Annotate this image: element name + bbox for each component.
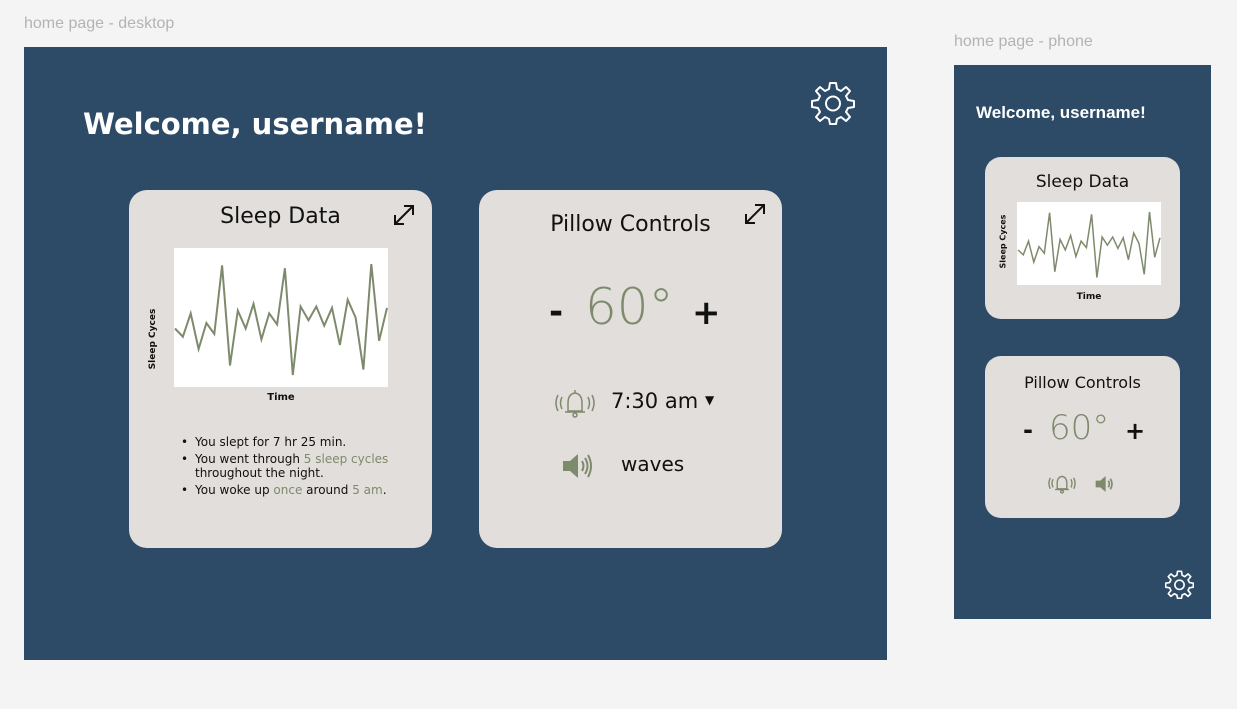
summary-item: You woke up once around 5 am.	[181, 483, 421, 497]
phone-temp-decrease-button[interactable]: -	[1023, 416, 1033, 444]
sleep-cycles-line	[1017, 211, 1161, 278]
phone-frame-label: home page - phone	[954, 33, 1093, 50]
desktop-frame-label: home page - desktop	[24, 15, 175, 32]
expand-icon	[394, 205, 414, 225]
bell-icon	[555, 390, 595, 418]
summary-text: You went through	[195, 452, 304, 466]
phone-frame: Welcome, username! Sleep Data Sleep Cyce…	[954, 65, 1211, 619]
sleep-cycles-line	[174, 263, 388, 376]
phone-sleep-data-card[interactable]: Sleep Data Sleep Cyces Time	[985, 157, 1180, 319]
expand-icon	[745, 204, 765, 224]
summary-highlight: 5 am	[352, 483, 383, 497]
phone-temperature-value: 60°	[1049, 408, 1110, 448]
caret-down-icon[interactable]: ▼	[705, 393, 714, 407]
sound-name[interactable]: waves	[621, 452, 684, 476]
settings-button[interactable]	[811, 81, 855, 125]
sound-button[interactable]	[561, 451, 593, 481]
sleep-chart-ylabel: Sleep Cyces	[148, 308, 158, 370]
sleep-data-card[interactable]: Sleep Data Sleep Cyces Time You slept fo…	[129, 190, 432, 548]
pillow-expand-button[interactable]	[742, 201, 768, 227]
alarm-button[interactable]	[555, 388, 595, 420]
phone-chart-xlabel: Time	[1076, 292, 1102, 302]
sleep-chart	[174, 248, 388, 387]
pillow-controls-card[interactable]: Pillow Controls - 60° + 7:30 am ▼ waves	[479, 190, 782, 548]
summary-item: You slept for 7 hr 25 min.	[181, 435, 421, 449]
pillow-card-title: Pillow Controls	[550, 212, 711, 237]
speaker-icon	[563, 454, 592, 478]
summary-highlight: 5 sleep cycles	[303, 452, 389, 466]
phone-sleep-card-title: Sleep Data	[1035, 172, 1130, 192]
temperature-value: 60°	[585, 278, 674, 336]
gear-icon	[811, 82, 855, 125]
welcome-heading: Welcome, username!	[83, 107, 427, 141]
phone-alarm-button[interactable]	[1048, 473, 1076, 495]
summary-text: throughout the night.	[195, 466, 324, 480]
phone-pillow-card-title: Pillow Controls	[1024, 373, 1141, 392]
phone-sound-button[interactable]	[1094, 474, 1116, 494]
alarm-time-select[interactable]: 7:30 am	[611, 389, 698, 413]
summary-highlight: once	[273, 483, 303, 497]
phone-pillow-controls-card[interactable]: Pillow Controls - 60° +	[985, 356, 1180, 518]
summary-text: You slept for 7 hr 25 min.	[195, 435, 347, 449]
phone-settings-button[interactable]	[1165, 570, 1194, 599]
phone-temp-increase-button[interactable]: +	[1125, 417, 1145, 445]
phone-welcome-heading: Welcome, username!	[976, 103, 1146, 122]
phone-sleep-chart-plot	[1017, 211, 1161, 278]
gear-icon	[1165, 570, 1194, 599]
sleep-chart-plot	[174, 263, 388, 376]
speaker-icon	[1095, 476, 1113, 492]
summary-text: around	[302, 483, 353, 497]
sleep-summary-list: You slept for 7 hr 25 min. You went thro…	[181, 435, 421, 497]
temp-decrease-button[interactable]: -	[549, 292, 563, 332]
bell-icon	[1048, 475, 1076, 494]
summary-text: .	[382, 483, 387, 497]
phone-sleep-chart	[1017, 202, 1161, 285]
sleep-expand-button[interactable]	[391, 202, 417, 228]
sleep-chart-xlabel: Time	[267, 392, 295, 403]
temp-increase-button[interactable]: +	[692, 293, 721, 333]
sleep-card-title: Sleep Data	[220, 204, 341, 229]
summary-text: You woke up	[195, 483, 274, 497]
desktop-frame: Welcome, username! Sleep Data Sleep Cyce…	[24, 47, 887, 660]
phone-chart-ylabel: Sleep Cyces	[998, 214, 1008, 269]
summary-item: You went through 5 sleep cyclesthroughou…	[181, 452, 421, 480]
